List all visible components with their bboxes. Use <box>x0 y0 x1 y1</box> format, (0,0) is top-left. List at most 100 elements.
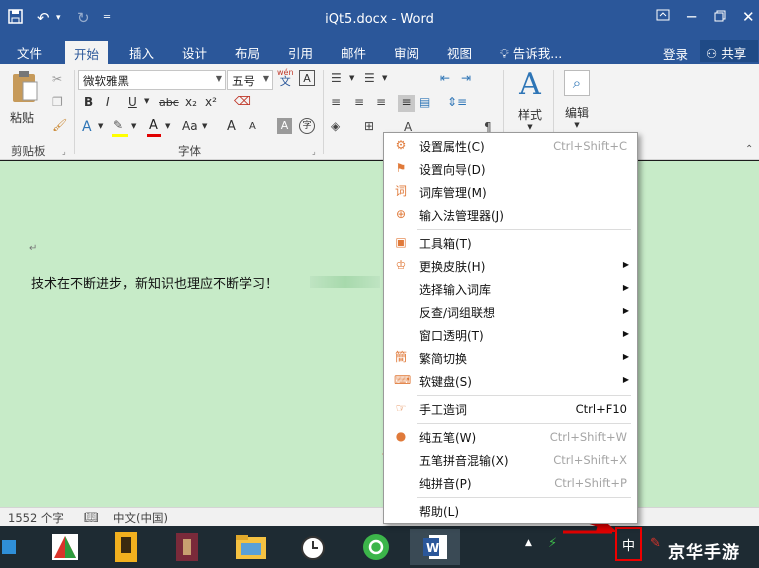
shrink-font-button[interactable]: A <box>249 121 256 132</box>
menu-item-wizard[interactable]: ⚑ 设置向导(D) <box>384 158 637 180</box>
font-size-select[interactable]: 五号 ▼ <box>227 70 273 90</box>
menu-item-manual-word[interactable]: ☞ 手工造词 Ctrl+F10 <box>384 398 637 420</box>
superscript-button[interactable]: x² <box>205 95 217 109</box>
bold-button[interactable]: B <box>84 95 93 109</box>
text-effects-icon[interactable]: A <box>82 119 92 135</box>
paste-button[interactable]: 粘贴 <box>10 70 44 134</box>
format-painter-icon[interactable]: 🖌︎ <box>52 118 67 132</box>
taskbar-app-chart[interactable] <box>40 529 90 565</box>
document-area[interactable] <box>0 161 759 507</box>
tray-overflow-icon[interactable]: ▲ <box>525 538 532 548</box>
align-left-icon[interactable]: ≡ <box>331 95 341 109</box>
language-status[interactable]: 中文(中国) <box>113 510 168 526</box>
share-button[interactable]: ⚇ 共享 <box>700 40 758 62</box>
close-icon[interactable]: ✕ <box>742 8 755 26</box>
increase-indent-icon[interactable]: ⇥ <box>461 71 471 85</box>
tray-network-icon[interactable]: ⚡︎ <box>548 536 557 551</box>
tab-mailings[interactable]: 邮件 <box>341 43 366 62</box>
tab-view[interactable]: 视图 <box>447 43 472 62</box>
subscript-button[interactable]: x₂ <box>185 95 197 109</box>
menu-item-settings[interactable]: ⚙ 设置属性(C) Ctrl+Shift+C <box>384 135 637 157</box>
shading-icon[interactable]: ◈ <box>331 119 340 133</box>
document-text[interactable]: 技术在不断进步，新知识也理应不断学习！ <box>31 273 278 292</box>
taskbar-app-word[interactable]: W <box>410 529 460 565</box>
chevron-down-icon[interactable]: ▼ <box>382 74 387 82</box>
proofing-icon[interactable]: 📖︎ <box>84 510 99 524</box>
tab-design[interactable]: 设计 <box>182 43 207 62</box>
enclose-characters-icon[interactable]: 字 <box>299 118 315 134</box>
decrease-indent-icon[interactable]: ⇤ <box>440 71 450 85</box>
line-spacing-icon[interactable]: ⇕≡ <box>447 95 467 109</box>
character-border-icon[interactable]: A <box>299 70 315 86</box>
menu-item-help[interactable]: 帮助(L) <box>384 500 637 522</box>
menu-item-reverse-lookup[interactable]: 反查/词组联想 ▶ <box>384 301 637 323</box>
menu-item-pure-wubi[interactable]: ● 纯五笔(W) Ctrl+Shift+W <box>384 426 637 448</box>
change-case-button[interactable]: Aa <box>182 119 198 133</box>
menu-item-skin[interactable]: ♔ 更换皮肤(H) ▶ <box>384 255 637 277</box>
justify-icon[interactable]: ≡ <box>398 95 415 112</box>
font-name-select[interactable]: 微软雅黑 ▼ <box>78 70 226 90</box>
borders-icon[interactable]: ⊞ <box>364 119 374 133</box>
character-shading-icon[interactable]: A <box>277 118 292 134</box>
tab-review[interactable]: 审阅 <box>394 43 419 62</box>
menu-item-toolbox[interactable]: ▣ 工具箱(T) <box>384 232 637 254</box>
underline-button[interactable]: U <box>128 95 137 109</box>
tray-app-icon[interactable]: ✎ <box>650 536 661 551</box>
underline-dropdown-icon[interactable]: ▼ <box>144 97 149 105</box>
menu-item-ime-manager[interactable]: ⊕ 输入法管理器(J) <box>384 204 637 226</box>
start-button[interactable] <box>0 529 18 565</box>
tab-home[interactable]: 开始 <box>65 41 109 64</box>
taskbar-app-archive[interactable] <box>162 529 212 565</box>
editing-button[interactable]: ⌕ 编辑 ▼ <box>560 70 594 129</box>
align-right-icon[interactable]: ≡ <box>376 95 386 109</box>
cut-icon[interactable]: ✂ <box>52 72 62 86</box>
clear-formatting-icon[interactable]: ⌫ <box>234 94 251 108</box>
hand-icon: ☞ <box>395 401 407 415</box>
taskbar-app-explorer[interactable] <box>226 529 276 565</box>
chevron-down-icon[interactable]: ▼ <box>165 122 170 130</box>
tab-references[interactable]: 引用 <box>288 43 313 62</box>
font-group-label: 字体 <box>178 144 201 158</box>
tab-layout[interactable]: 布局 <box>235 43 260 62</box>
ribbon-display-icon[interactable] <box>656 8 670 26</box>
grow-font-button[interactable]: A <box>227 119 236 134</box>
tab-insert[interactable]: 插入 <box>129 43 154 62</box>
menu-separator <box>417 423 631 424</box>
menu-item-dictionary[interactable]: 词 词库管理(M) <box>384 181 637 203</box>
menu-item-select-dictionary[interactable]: 选择输入词库 ▶ <box>384 278 637 300</box>
chevron-down-icon[interactable]: ▼ <box>131 122 136 130</box>
chevron-down-icon[interactable]: ▼ <box>202 122 207 130</box>
styles-button[interactable]: A 样式 ▼ <box>512 70 548 132</box>
taskbar-app-sync[interactable] <box>351 529 401 565</box>
copy-icon[interactable]: ❐ <box>52 95 63 109</box>
tab-file[interactable]: 文件 <box>17 43 42 62</box>
menu-item-wubi-pinyin[interactable]: 五笔拼音混输(X) Ctrl+Shift+X <box>384 449 637 471</box>
distributed-icon[interactable]: ▤ <box>419 95 430 109</box>
collapse-ribbon-icon[interactable]: ⌃ <box>745 144 753 155</box>
align-center-icon[interactable]: ≡ <box>354 95 364 109</box>
numbering-icon[interactable]: ☰ <box>364 71 375 85</box>
chevron-down-icon[interactable]: ▼ <box>98 122 103 130</box>
highlight-icon[interactable]: ✎ <box>113 118 123 132</box>
login-button[interactable]: 登录 <box>663 44 688 63</box>
italic-button[interactable]: I <box>106 95 110 109</box>
chevron-down-icon[interactable]: ▼ <box>349 74 354 82</box>
restore-icon[interactable] <box>714 8 726 26</box>
taskbar-app-alarm[interactable] <box>288 529 338 565</box>
ime-indicator[interactable]: 中 <box>615 527 642 561</box>
strikethrough-button[interactable]: abc <box>159 96 179 109</box>
tell-me-box[interactable]: 💡︎ 告诉我... <box>500 43 562 62</box>
taskbar-app-book[interactable] <box>101 529 151 565</box>
menu-item-traditional-simplified[interactable]: 簡 繁简切换 ▶ <box>384 347 637 369</box>
menu-item-pure-pinyin[interactable]: 纯拼音(P) Ctrl+Shift+P <box>384 472 637 494</box>
minimize-icon[interactable]: ─ <box>687 8 696 26</box>
menu-item-transparency[interactable]: 窗口透明(T) ▶ <box>384 324 637 346</box>
word-count[interactable]: 1552 个字 <box>8 510 64 526</box>
phonetic-guide-button[interactable]: wén 文 <box>277 68 294 87</box>
font-launcher-icon[interactable]: ⌟ <box>312 147 316 156</box>
clipboard-launcher-icon[interactable]: ⌟ <box>62 147 66 156</box>
menu-item-soft-keyboard[interactable]: ⌨ 软键盘(S) ▶ <box>384 370 637 392</box>
font-color-button[interactable]: A <box>149 118 158 133</box>
lightbulb-icon: 💡︎ <box>500 46 509 61</box>
bullets-icon[interactable]: ☰ <box>331 71 342 85</box>
